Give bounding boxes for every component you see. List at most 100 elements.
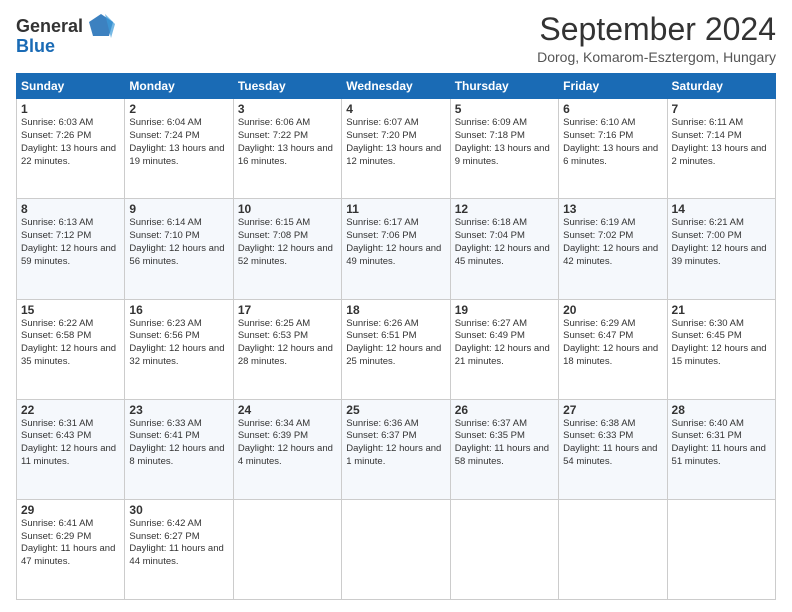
day-detail: Sunrise: 6:30 AMSunset: 6:45 PMDaylight:… bbox=[672, 318, 767, 367]
day-detail: Sunrise: 6:10 AMSunset: 7:16 PMDaylight:… bbox=[563, 117, 658, 166]
day-detail: Sunrise: 6:42 AMSunset: 6:27 PMDaylight:… bbox=[129, 518, 223, 567]
day-number: 27 bbox=[563, 403, 662, 417]
table-row bbox=[342, 499, 450, 599]
day-number: 12 bbox=[455, 202, 554, 216]
day-number: 28 bbox=[672, 403, 771, 417]
table-row: 27 Sunrise: 6:38 AMSunset: 6:33 PMDaylig… bbox=[559, 399, 667, 499]
table-row: 17 Sunrise: 6:25 AMSunset: 6:53 PMDaylig… bbox=[233, 299, 341, 399]
day-detail: Sunrise: 6:19 AMSunset: 7:02 PMDaylight:… bbox=[563, 217, 658, 266]
day-number: 4 bbox=[346, 102, 445, 116]
table-row: 9 Sunrise: 6:14 AMSunset: 7:10 PMDayligh… bbox=[125, 199, 233, 299]
day-number: 25 bbox=[346, 403, 445, 417]
table-row: 20 Sunrise: 6:29 AMSunset: 6:47 PMDaylig… bbox=[559, 299, 667, 399]
logo: General Blue bbox=[16, 12, 115, 57]
day-detail: Sunrise: 6:41 AMSunset: 6:29 PMDaylight:… bbox=[21, 518, 115, 567]
month-title: September 2024 bbox=[537, 12, 776, 47]
day-detail: Sunrise: 6:17 AMSunset: 7:06 PMDaylight:… bbox=[346, 217, 441, 266]
calendar-week-row: 1 Sunrise: 6:03 AMSunset: 7:26 PMDayligh… bbox=[17, 99, 776, 199]
day-number: 20 bbox=[563, 303, 662, 317]
logo-icon bbox=[87, 12, 115, 40]
day-number: 23 bbox=[129, 403, 228, 417]
day-number: 2 bbox=[129, 102, 228, 116]
table-row: 3 Sunrise: 6:06 AMSunset: 7:22 PMDayligh… bbox=[233, 99, 341, 199]
day-detail: Sunrise: 6:27 AMSunset: 6:49 PMDaylight:… bbox=[455, 318, 550, 367]
day-detail: Sunrise: 6:18 AMSunset: 7:04 PMDaylight:… bbox=[455, 217, 550, 266]
day-detail: Sunrise: 6:11 AMSunset: 7:14 PMDaylight:… bbox=[672, 117, 767, 166]
calendar-header-row: Sunday Monday Tuesday Wednesday Thursday… bbox=[17, 74, 776, 99]
table-row bbox=[450, 499, 558, 599]
day-detail: Sunrise: 6:03 AMSunset: 7:26 PMDaylight:… bbox=[21, 117, 116, 166]
col-wednesday: Wednesday bbox=[342, 74, 450, 99]
day-detail: Sunrise: 6:06 AMSunset: 7:22 PMDaylight:… bbox=[238, 117, 333, 166]
calendar-week-row: 8 Sunrise: 6:13 AMSunset: 7:12 PMDayligh… bbox=[17, 199, 776, 299]
logo-general: General bbox=[16, 16, 83, 37]
day-detail: Sunrise: 6:07 AMSunset: 7:20 PMDaylight:… bbox=[346, 117, 441, 166]
table-row: 8 Sunrise: 6:13 AMSunset: 7:12 PMDayligh… bbox=[17, 199, 125, 299]
day-detail: Sunrise: 6:21 AMSunset: 7:00 PMDaylight:… bbox=[672, 217, 767, 266]
table-row: 19 Sunrise: 6:27 AMSunset: 6:49 PMDaylig… bbox=[450, 299, 558, 399]
day-number: 8 bbox=[21, 202, 120, 216]
day-detail: Sunrise: 6:37 AMSunset: 6:35 PMDaylight:… bbox=[455, 418, 549, 467]
table-row: 5 Sunrise: 6:09 AMSunset: 7:18 PMDayligh… bbox=[450, 99, 558, 199]
col-monday: Monday bbox=[125, 74, 233, 99]
table-row: 6 Sunrise: 6:10 AMSunset: 7:16 PMDayligh… bbox=[559, 99, 667, 199]
table-row: 4 Sunrise: 6:07 AMSunset: 7:20 PMDayligh… bbox=[342, 99, 450, 199]
day-detail: Sunrise: 6:34 AMSunset: 6:39 PMDaylight:… bbox=[238, 418, 333, 467]
table-row: 30 Sunrise: 6:42 AMSunset: 6:27 PMDaylig… bbox=[125, 499, 233, 599]
day-number: 18 bbox=[346, 303, 445, 317]
day-detail: Sunrise: 6:22 AMSunset: 6:58 PMDaylight:… bbox=[21, 318, 116, 367]
day-detail: Sunrise: 6:31 AMSunset: 6:43 PMDaylight:… bbox=[21, 418, 116, 467]
table-row: 18 Sunrise: 6:26 AMSunset: 6:51 PMDaylig… bbox=[342, 299, 450, 399]
day-number: 29 bbox=[21, 503, 120, 517]
table-row: 16 Sunrise: 6:23 AMSunset: 6:56 PMDaylig… bbox=[125, 299, 233, 399]
day-number: 13 bbox=[563, 202, 662, 216]
day-detail: Sunrise: 6:09 AMSunset: 7:18 PMDaylight:… bbox=[455, 117, 550, 166]
day-detail: Sunrise: 6:23 AMSunset: 6:56 PMDaylight:… bbox=[129, 318, 224, 367]
day-detail: Sunrise: 6:25 AMSunset: 6:53 PMDaylight:… bbox=[238, 318, 333, 367]
day-detail: Sunrise: 6:33 AMSunset: 6:41 PMDaylight:… bbox=[129, 418, 224, 467]
day-number: 17 bbox=[238, 303, 337, 317]
table-row: 2 Sunrise: 6:04 AMSunset: 7:24 PMDayligh… bbox=[125, 99, 233, 199]
table-row bbox=[559, 499, 667, 599]
day-detail: Sunrise: 6:15 AMSunset: 7:08 PMDaylight:… bbox=[238, 217, 333, 266]
day-detail: Sunrise: 6:36 AMSunset: 6:37 PMDaylight:… bbox=[346, 418, 441, 467]
table-row: 24 Sunrise: 6:34 AMSunset: 6:39 PMDaylig… bbox=[233, 399, 341, 499]
day-detail: Sunrise: 6:38 AMSunset: 6:33 PMDaylight:… bbox=[563, 418, 657, 467]
col-sunday: Sunday bbox=[17, 74, 125, 99]
day-number: 26 bbox=[455, 403, 554, 417]
table-row bbox=[233, 499, 341, 599]
day-number: 3 bbox=[238, 102, 337, 116]
table-row: 25 Sunrise: 6:36 AMSunset: 6:37 PMDaylig… bbox=[342, 399, 450, 499]
table-row: 23 Sunrise: 6:33 AMSunset: 6:41 PMDaylig… bbox=[125, 399, 233, 499]
day-number: 24 bbox=[238, 403, 337, 417]
day-number: 16 bbox=[129, 303, 228, 317]
col-saturday: Saturday bbox=[667, 74, 775, 99]
day-detail: Sunrise: 6:13 AMSunset: 7:12 PMDaylight:… bbox=[21, 217, 116, 266]
day-number: 21 bbox=[672, 303, 771, 317]
day-number: 14 bbox=[672, 202, 771, 216]
col-friday: Friday bbox=[559, 74, 667, 99]
day-number: 10 bbox=[238, 202, 337, 216]
day-detail: Sunrise: 6:40 AMSunset: 6:31 PMDaylight:… bbox=[672, 418, 766, 467]
table-row: 7 Sunrise: 6:11 AMSunset: 7:14 PMDayligh… bbox=[667, 99, 775, 199]
day-number: 6 bbox=[563, 102, 662, 116]
day-number: 22 bbox=[21, 403, 120, 417]
table-row: 11 Sunrise: 6:17 AMSunset: 7:06 PMDaylig… bbox=[342, 199, 450, 299]
table-row: 26 Sunrise: 6:37 AMSunset: 6:35 PMDaylig… bbox=[450, 399, 558, 499]
day-number: 30 bbox=[129, 503, 228, 517]
col-tuesday: Tuesday bbox=[233, 74, 341, 99]
table-row: 15 Sunrise: 6:22 AMSunset: 6:58 PMDaylig… bbox=[17, 299, 125, 399]
calendar-table: Sunday Monday Tuesday Wednesday Thursday… bbox=[16, 73, 776, 600]
calendar-week-row: 22 Sunrise: 6:31 AMSunset: 6:43 PMDaylig… bbox=[17, 399, 776, 499]
day-detail: Sunrise: 6:04 AMSunset: 7:24 PMDaylight:… bbox=[129, 117, 224, 166]
day-detail: Sunrise: 6:14 AMSunset: 7:10 PMDaylight:… bbox=[129, 217, 224, 266]
logo-blue: Blue bbox=[16, 36, 55, 57]
table-row: 1 Sunrise: 6:03 AMSunset: 7:26 PMDayligh… bbox=[17, 99, 125, 199]
title-section: September 2024 Dorog, Komarom-Esztergom,… bbox=[537, 12, 776, 65]
table-row bbox=[667, 499, 775, 599]
day-number: 1 bbox=[21, 102, 120, 116]
day-detail: Sunrise: 6:29 AMSunset: 6:47 PMDaylight:… bbox=[563, 318, 658, 367]
day-number: 5 bbox=[455, 102, 554, 116]
day-number: 11 bbox=[346, 202, 445, 216]
table-row: 13 Sunrise: 6:19 AMSunset: 7:02 PMDaylig… bbox=[559, 199, 667, 299]
